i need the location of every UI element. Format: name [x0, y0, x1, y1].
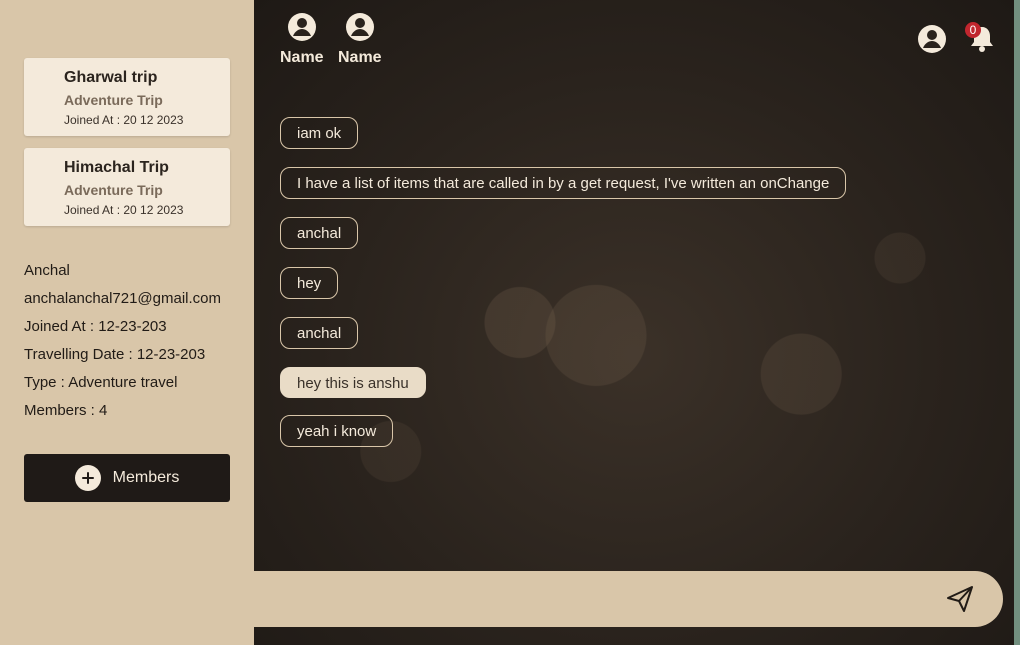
message-bubble-self: hey this is anshu — [280, 367, 426, 398]
message-bubble: anchal — [280, 317, 359, 349]
user-circle-icon — [345, 12, 375, 47]
notification-count-badge: 0 — [965, 22, 981, 38]
participant-name: Name — [280, 49, 324, 66]
bell-icon — [968, 27, 996, 58]
user-circle-icon — [287, 12, 317, 47]
participant-2[interactable]: Name — [338, 12, 382, 67]
sidebar: Gharwal trip Adventure Trip Joined At : … — [0, 0, 254, 645]
chat-area — [254, 0, 1014, 645]
message-bubble: I have a list of items that are called i… — [280, 167, 847, 199]
add-members-button[interactable]: Members — [24, 454, 230, 502]
message-input[interactable] — [270, 581, 934, 619]
members-button-label: Members — [112, 469, 180, 486]
profile-button[interactable] — [917, 24, 947, 59]
trip-joined-date: Joined At : 20 12 2023 — [64, 203, 184, 217]
trip-type: Adventure Trip — [64, 182, 163, 198]
message-composer — [254, 571, 1003, 627]
message-bubble: anchal — [280, 217, 359, 249]
plus-icon — [74, 465, 101, 491]
trip-title: Gharwal trip — [64, 69, 158, 86]
profile-members: Members : 4 — [24, 402, 108, 419]
message-bubble: iam ok — [280, 117, 359, 149]
profile-name: Anchal — [24, 262, 70, 279]
profile-joined: Joined At : 12-23-203 — [24, 318, 167, 335]
message-bubble: yeah i know — [280, 415, 394, 447]
profile-email: anchalanchal721@gmail.com — [24, 290, 222, 307]
participant-1[interactable]: Name — [280, 12, 324, 67]
trip-joined-date: Joined At : 20 12 2023 — [64, 113, 184, 127]
user-circle-icon — [917, 25, 947, 58]
send-icon — [944, 586, 976, 619]
trip-title: Himachal Trip — [64, 159, 169, 176]
participant-name: Name — [338, 49, 382, 66]
trip-card-himachal[interactable]: Himachal Trip Adventure Trip Joined At :… — [24, 148, 230, 226]
window-edge — [1014, 0, 1020, 645]
trip-type: Adventure Trip — [64, 92, 163, 108]
profile-travelling-date: Travelling Date : 12-23-203 — [24, 346, 206, 363]
profile-type: Type : Adventure travel — [24, 374, 178, 391]
send-button[interactable] — [944, 583, 980, 617]
trip-card-gharwal[interactable]: Gharwal trip Adventure Trip Joined At : … — [24, 58, 230, 136]
message-bubble: hey — [280, 267, 339, 299]
